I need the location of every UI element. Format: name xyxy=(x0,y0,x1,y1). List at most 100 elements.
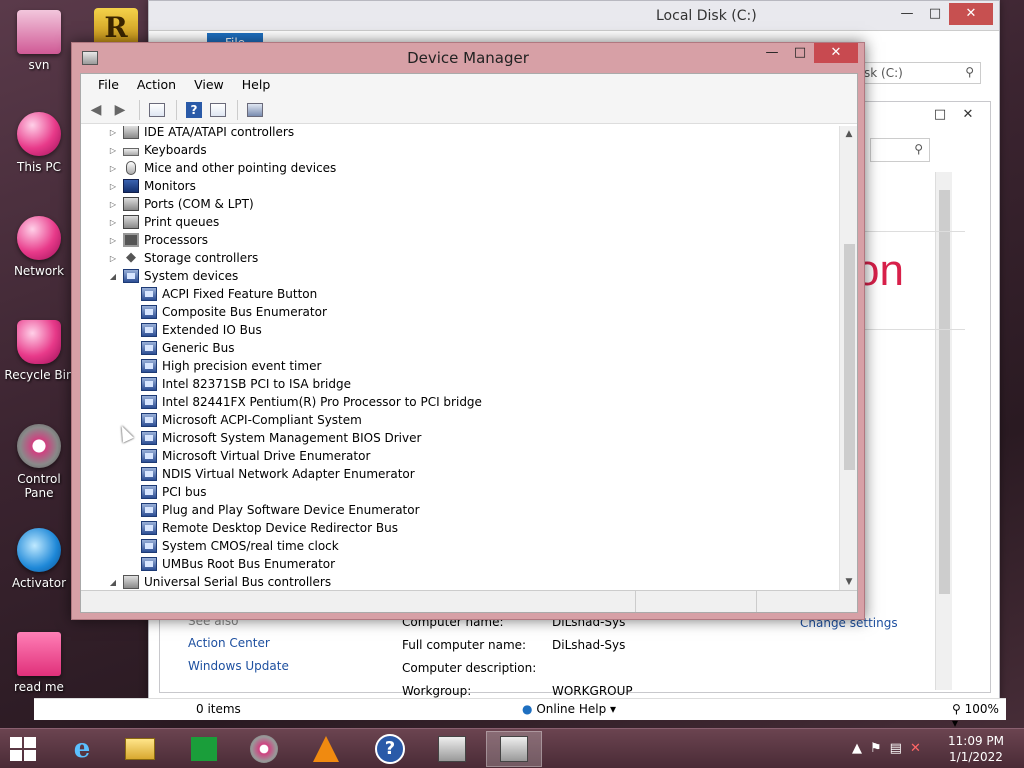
desktop-icon-read-me[interactable]: read me xyxy=(2,632,76,694)
tree-child-item[interactable]: Intel 82371SB PCI to ISA bridge xyxy=(137,375,351,393)
minimize-button[interactable]: — xyxy=(758,43,786,63)
control-panel-search-input[interactable]: ⚲ xyxy=(870,138,930,162)
device-tree-scrollbar[interactable]: ▲ ▼ xyxy=(839,126,857,590)
keyboard-icon xyxy=(123,148,139,156)
expand-arrow-icon[interactable]: ▷ xyxy=(107,164,119,173)
taskbar-device-manager[interactable] xyxy=(424,731,480,767)
tree-child-item[interactable]: Remote Desktop Device Redirector Bus xyxy=(137,519,398,537)
tree-child-item[interactable]: Generic Bus xyxy=(137,339,234,357)
scan-hardware-icon[interactable] xyxy=(244,99,266,121)
system-device-icon xyxy=(141,467,157,481)
taskbar-device-manager-active[interactable] xyxy=(486,731,542,767)
expand-arrow-icon[interactable]: ▷ xyxy=(107,146,119,155)
volume-muted-icon[interactable]: ✕ xyxy=(910,741,921,756)
flag-icon[interactable]: ⚑ xyxy=(870,741,882,756)
tree-item[interactable]: ▷ Processors xyxy=(107,231,208,249)
menu-action[interactable]: Action xyxy=(128,74,185,96)
tree-child-item[interactable]: Intel 82441FX Pentium(R) Pro Processor t… xyxy=(137,393,482,411)
tree-item[interactable]: ▷ Mice and other pointing devices xyxy=(107,159,336,177)
taskbar-help[interactable]: ? xyxy=(362,731,418,767)
control-panel-scrollbar[interactable] xyxy=(935,172,952,690)
tree-child-item[interactable]: PCI bus xyxy=(137,483,206,501)
taskbar-vlc[interactable] xyxy=(298,731,354,767)
desktop-icon-this-pc[interactable]: This PC xyxy=(2,112,76,174)
processor-icon xyxy=(123,233,139,247)
network-status-icon[interactable]: ▤ xyxy=(890,741,902,756)
device-manager-titlebar[interactable]: Device Manager — □ ✕ xyxy=(72,43,864,73)
taskbar-internet-explorer[interactable]: e xyxy=(54,731,110,767)
expand-arrow-icon[interactable]: ▷ xyxy=(107,200,119,209)
expand-arrow-icon[interactable]: ▷ xyxy=(107,236,119,245)
expand-arrow-icon[interactable]: ▷ xyxy=(107,128,119,137)
close-button[interactable]: ✕ xyxy=(814,43,858,63)
zoom-level[interactable]: ⚲ 100% ▾ xyxy=(952,702,1006,730)
close-button[interactable]: ✕ xyxy=(949,3,993,25)
collapse-arrow-icon[interactable]: ◢ xyxy=(107,578,119,587)
expand-arrow-icon[interactable]: ▷ xyxy=(107,218,119,227)
desktop-icon-svn[interactable]: svn xyxy=(2,10,76,72)
maximize-button[interactable]: □ xyxy=(926,104,954,126)
menu-help[interactable]: Help xyxy=(233,74,280,96)
tree-child-item[interactable]: ACPI Fixed Feature Button xyxy=(137,285,317,303)
close-button[interactable]: ✕ xyxy=(954,104,982,126)
clock[interactable]: 11:09 PM 1/1/2022 xyxy=(948,733,1004,765)
tree-item[interactable]: ▷ Keyboards xyxy=(107,141,207,159)
tree-child-item[interactable]: UMBus Root Bus Enumerator xyxy=(137,555,335,573)
maximize-button[interactable]: □ xyxy=(921,3,949,25)
tree-item-expanded[interactable]: ◢ Universal Serial Bus controllers xyxy=(107,573,331,590)
minimize-button[interactable]: — xyxy=(893,3,921,25)
menu-file[interactable]: File xyxy=(89,74,128,96)
show-hidden-icons-icon[interactable]: ▲ xyxy=(852,741,862,756)
desktop-icon-control-panel[interactable]: Control Pane xyxy=(2,424,76,500)
taskbar-control-panel[interactable] xyxy=(236,731,292,767)
desktop-icon-network[interactable]: Network xyxy=(2,216,76,278)
scroll-down-icon[interactable]: ▼ xyxy=(840,574,858,590)
properties-icon[interactable] xyxy=(207,99,229,121)
taskbar-file-explorer[interactable] xyxy=(112,731,168,767)
desktop-icon-label: Control Pane xyxy=(17,472,61,500)
help-icon[interactable]: ? xyxy=(183,99,205,121)
expand-arrow-icon[interactable]: ▷ xyxy=(107,182,119,191)
monitor-icon xyxy=(123,179,139,193)
menu-view[interactable]: View xyxy=(185,74,233,96)
tree-child-item[interactable]: NDIS Virtual Network Adapter Enumerator xyxy=(137,465,415,483)
text-file-icon xyxy=(17,632,61,676)
online-help-button[interactable]: ● Online Help ▾ xyxy=(522,702,616,716)
taskbar-store[interactable] xyxy=(176,731,232,767)
tree-child-item[interactable]: Plug and Play Software Device Enumerator xyxy=(137,501,420,519)
tree-item[interactable]: ▷ Monitors xyxy=(107,177,196,195)
tree-item[interactable]: ▷ ◆ Storage controllers xyxy=(107,249,258,267)
scroll-up-icon[interactable]: ▲ xyxy=(840,126,858,142)
tree-item-expanded[interactable]: ◢ System devices xyxy=(107,267,238,285)
tree-child-item[interactable]: Composite Bus Enumerator xyxy=(137,303,327,321)
start-button[interactable] xyxy=(10,737,36,761)
tree-child-item[interactable]: Extended IO Bus xyxy=(137,321,262,339)
tree-item[interactable]: ▷ IDE ATA/ATAPI controllers xyxy=(107,126,294,141)
tree-child-item[interactable]: Microsoft ACPI-Compliant System xyxy=(137,411,362,429)
forward-arrow-icon[interactable]: ▶ xyxy=(109,99,131,121)
expand-arrow-icon[interactable]: ▷ xyxy=(107,254,119,263)
tree-child-item[interactable]: Microsoft System Management BIOS Driver xyxy=(137,429,421,447)
explorer-search-input[interactable]: sk (C:) ⚲ xyxy=(857,62,981,84)
back-arrow-icon[interactable]: ◀ xyxy=(85,99,107,121)
system-device-icon xyxy=(141,395,157,409)
tree-child-item[interactable]: System CMOS/real time clock xyxy=(137,537,339,555)
show-hide-console-tree-icon[interactable] xyxy=(146,99,168,121)
items-count: 0 items xyxy=(196,702,241,716)
system-device-icon xyxy=(141,359,157,373)
port-icon xyxy=(123,197,139,211)
desktop-icon-recycle-bin[interactable]: Recycle Bin xyxy=(2,320,76,382)
device-manager-status-bar xyxy=(81,590,857,612)
maximize-button[interactable]: □ xyxy=(786,43,814,63)
tree-item[interactable]: ▷ Print queues xyxy=(107,213,219,231)
tree-child-item[interactable]: Microsoft Virtual Drive Enumerator xyxy=(137,447,370,465)
device-tree[interactable]: ▷ IDE ATA/ATAPI controllers ▷ Keyboards ▷ M… xyxy=(81,126,839,590)
tree-item[interactable]: ▷ Ports (COM & LPT) xyxy=(107,195,254,213)
action-center-link[interactable]: Action Center xyxy=(188,636,270,650)
collapse-arrow-icon[interactable]: ◢ xyxy=(107,272,119,281)
scrollbar-thumb[interactable] xyxy=(844,244,855,470)
full-computer-name-label: Full computer name: xyxy=(402,638,527,652)
desktop-icon-activator[interactable]: Activator xyxy=(2,528,76,590)
windows-update-link[interactable]: Windows Update xyxy=(188,659,289,673)
tree-child-item[interactable]: High precision event timer xyxy=(137,357,321,375)
